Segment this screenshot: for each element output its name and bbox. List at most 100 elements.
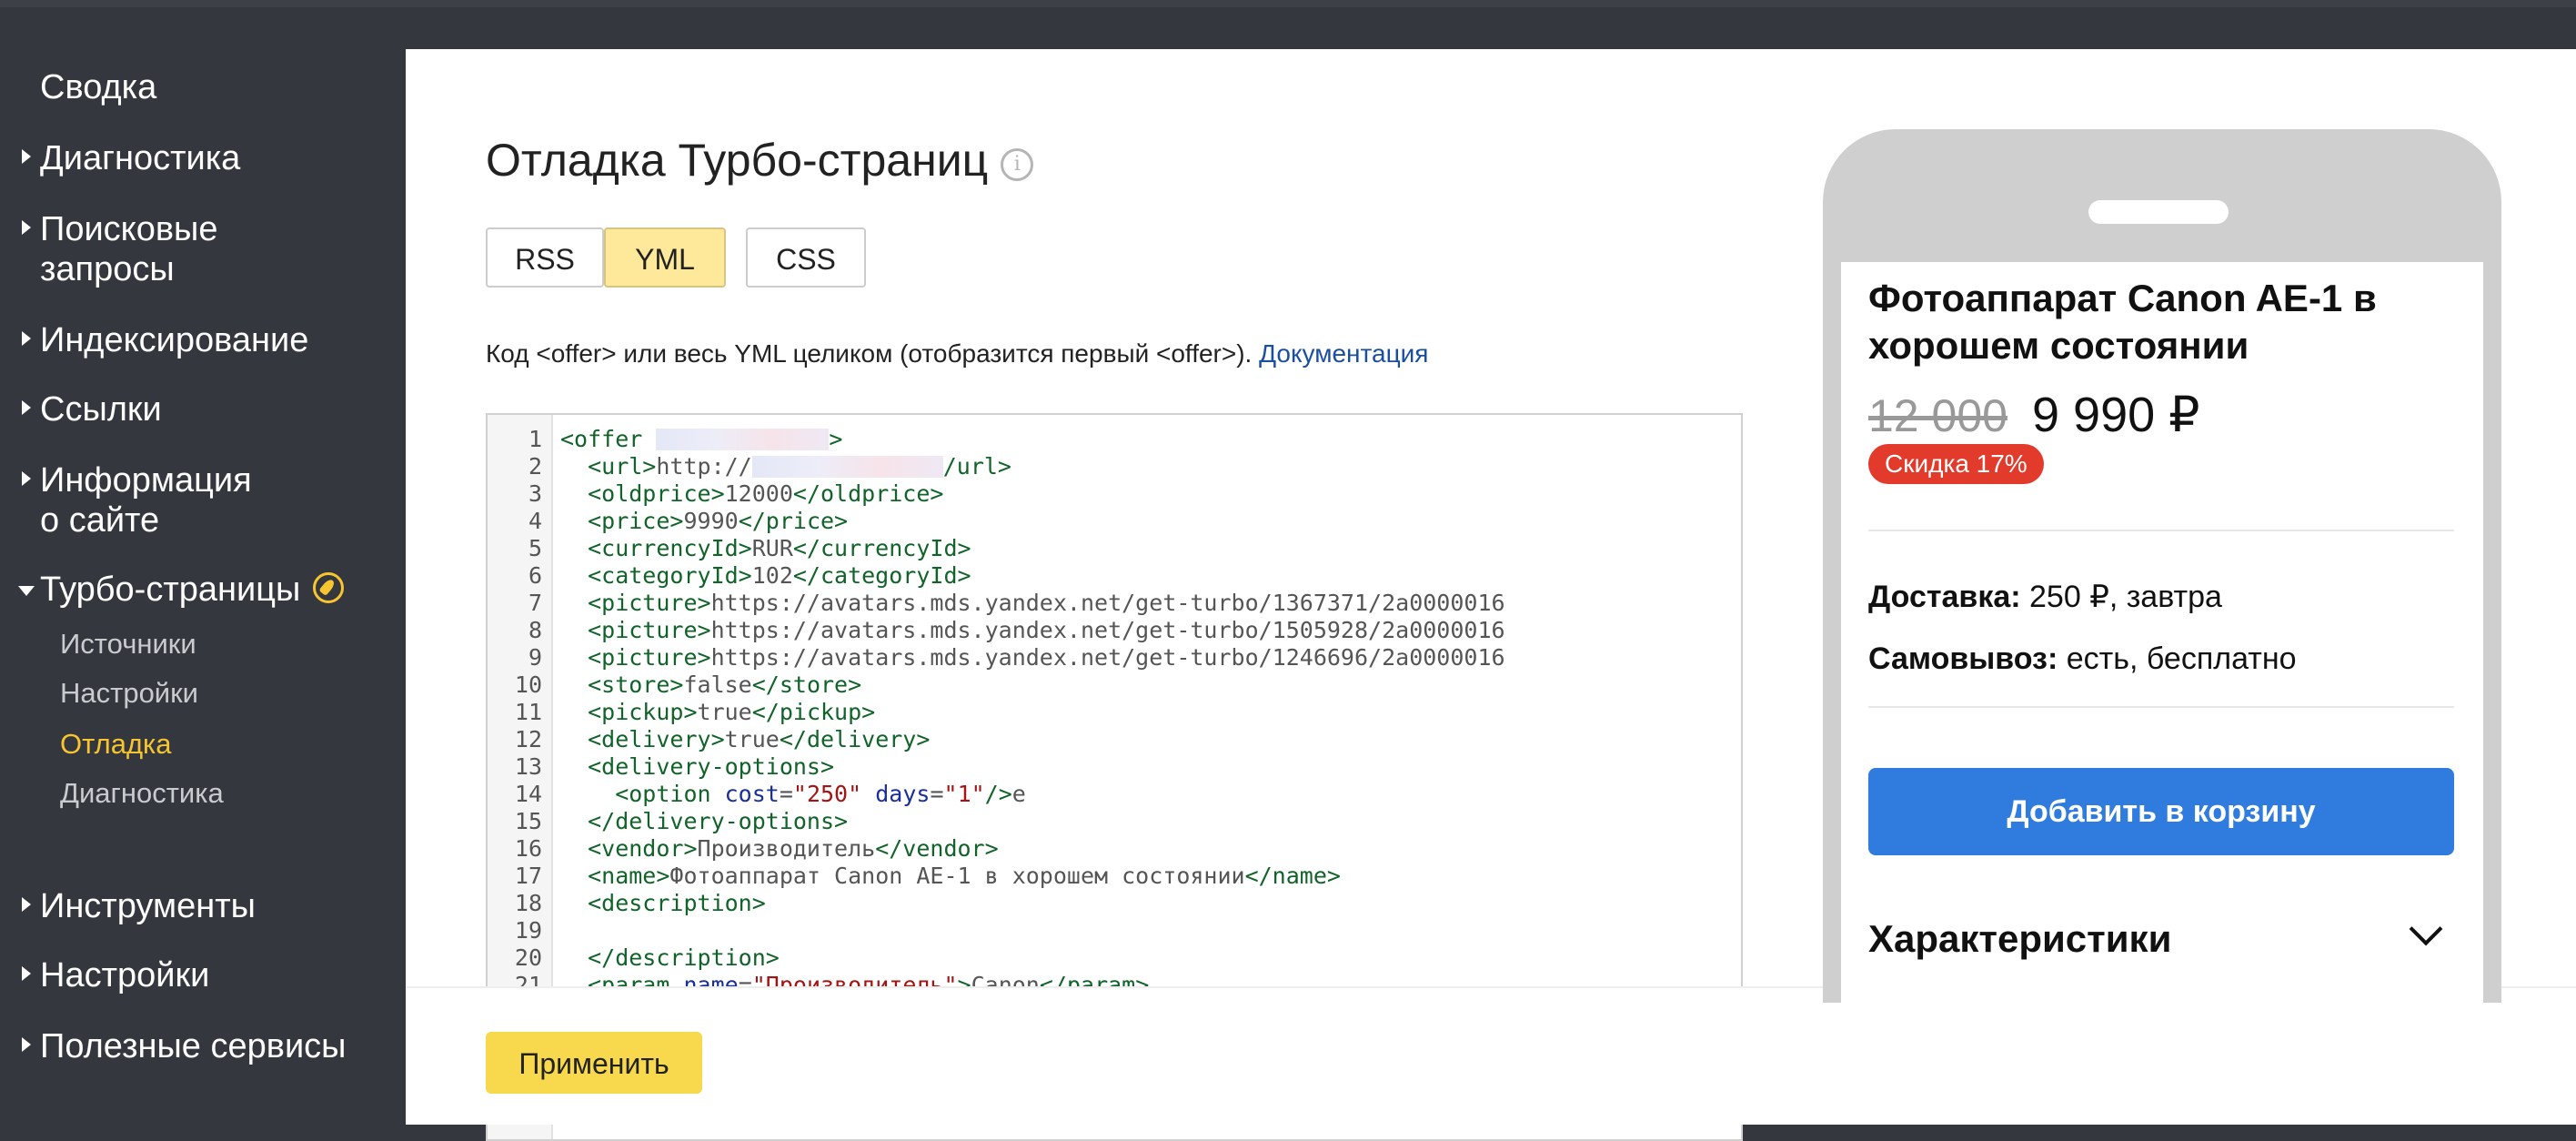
- pickup-value: есть, бесплатно: [2058, 641, 2297, 676]
- divider: [1868, 530, 2454, 531]
- code-token: <currencyId>: [560, 535, 752, 561]
- code-token: https://avatars.mds.yandex.net/get-turbo…: [710, 590, 1505, 616]
- code-token: <url>: [560, 453, 657, 480]
- delivery-info: Доставка: 250 ₽, завтра: [1868, 579, 2222, 615]
- phone-speaker: [2088, 200, 2229, 224]
- main-panel: Отладка Турбо-страниц i RSS YML CSS Код <…: [406, 49, 2576, 1141]
- sidebar-subitem-debug[interactable]: Отладка: [60, 728, 172, 761]
- top-bar: [0, 0, 2576, 49]
- code-token: <delivery-options>: [560, 753, 835, 780]
- code-token: <store>: [560, 671, 684, 698]
- sidebar-subitem-diagnostics[interactable]: Диагностика: [60, 777, 224, 810]
- sidebar-item-indexing[interactable]: Индексирование: [22, 320, 309, 360]
- code-token: <pickup>: [560, 699, 698, 725]
- code-token: <price>: [560, 508, 684, 534]
- sidebar-item-useful-services[interactable]: Полезные сервисы: [22, 1026, 347, 1066]
- sidebar-item-tools[interactable]: Инструменты: [22, 886, 256, 926]
- caret-right-icon: [22, 220, 31, 235]
- sidebar-item-label: Ссылки: [40, 390, 162, 429]
- caret-right-icon: [22, 400, 31, 415]
- sidebar-item-links[interactable]: Ссылки: [22, 389, 162, 429]
- sidebar-item-search-queries[interactable]: Поисковые запросы: [22, 209, 218, 289]
- phone-preview: Фотоаппарат Canon AE-1 в хорошем состоян…: [1823, 129, 2501, 1017]
- sidebar-subitem-settings[interactable]: Настройки: [60, 677, 198, 710]
- sidebar-item-turbo-pages[interactable]: Турбо-страницы: [18, 570, 345, 610]
- sidebar-item-label: Информация: [40, 461, 252, 500]
- line-number: 17: [514, 863, 542, 889]
- code-token: </description>: [560, 944, 780, 971]
- line-number: 19: [514, 917, 542, 944]
- page-title-text: Отладка Турбо-страниц: [486, 135, 989, 186]
- code-token: <name>: [560, 863, 670, 889]
- code-token: https://avatars.mds.yandex.net/get-turbo…: [710, 644, 1505, 671]
- sidebar-item-site-info[interactable]: Информация о сайте: [22, 460, 252, 540]
- sidebar-item-label: Сводка: [40, 68, 157, 106]
- discount-badge: Скидка 17%: [1868, 444, 2044, 484]
- apply-button[interactable]: Применить: [486, 1032, 702, 1094]
- documentation-link[interactable]: Документация: [1259, 339, 1428, 368]
- sidebar-item-diagnostics[interactable]: Диагностика: [22, 138, 240, 178]
- code-token: <picture>: [560, 617, 711, 643]
- caret-right-icon: [22, 149, 31, 164]
- code-line[interactable]: <delivery>true</delivery>: [560, 726, 930, 753]
- editor-hint: Код <offer> или весь YML целиком (отобра…: [486, 338, 1428, 369]
- rocket-icon: [313, 572, 345, 603]
- code-token: </oldprice>: [792, 480, 944, 507]
- sidebar-item-summary[interactable]: Сводка: [40, 67, 156, 107]
- code-token: </price>: [738, 508, 849, 534]
- line-number: 12: [514, 726, 542, 752]
- code-token: true: [697, 699, 752, 725]
- code-line[interactable]: <picture>https://avatars.mds.yandex.net/…: [560, 590, 1505, 617]
- code-line[interactable]: <offer >: [560, 426, 842, 453]
- sidebar: Сводка Диагностика Поисковые запросы Инде…: [0, 49, 406, 1123]
- code-line[interactable]: <price>9990</price>: [560, 508, 848, 535]
- pickup-info: Самовывоз: есть, бесплатно: [1868, 641, 2297, 677]
- tab-css[interactable]: CSS: [746, 227, 866, 288]
- code-line[interactable]: <delivery-options>: [560, 753, 834, 781]
- tab-yml[interactable]: YML: [604, 227, 726, 288]
- code-token: >: [829, 426, 843, 452]
- caret-right-icon: [22, 897, 31, 912]
- code-line[interactable]: <url>http:// /url>: [560, 453, 1011, 480]
- code-token: </categoryId>: [792, 562, 971, 589]
- code-token: Фотоаппарат Canon AE-1 в хорошем состоян…: [669, 863, 1245, 889]
- code-token: <description>: [560, 890, 766, 916]
- code-line[interactable]: <categoryId>102</categoryId>: [560, 562, 971, 590]
- chevron-down-icon[interactable]: [2409, 912, 2443, 946]
- code-token: <delivery>: [560, 726, 725, 752]
- line-number: 5: [528, 535, 542, 561]
- code-line[interactable]: <oldprice>12000</oldprice>: [560, 480, 943, 508]
- line-number: 8: [528, 617, 542, 643]
- line-number: 13: [514, 753, 542, 780]
- code-line[interactable]: <picture>https://avatars.mds.yandex.net/…: [560, 644, 1505, 671]
- sidebar-item-label: запросы: [40, 250, 175, 288]
- code-line[interactable]: </description>: [560, 944, 780, 972]
- add-to-cart-button[interactable]: Добавить в корзину: [1868, 768, 2454, 855]
- code-line[interactable]: <currencyId>RUR</currencyId>: [560, 535, 971, 562]
- divider: [1868, 706, 2454, 708]
- code-token: /url>: [942, 453, 1011, 480]
- code-token: <categoryId>: [560, 562, 752, 589]
- code-line[interactable]: <pickup>true</pickup>: [560, 699, 875, 726]
- characteristics-heading[interactable]: Характеристики: [1868, 917, 2171, 961]
- code-line[interactable]: <store>false</store>: [560, 671, 861, 699]
- line-number: 3: [528, 480, 542, 507]
- tab-rss[interactable]: RSS: [486, 227, 604, 288]
- info-icon[interactable]: i: [1001, 148, 1034, 181]
- sidebar-subitem-sources[interactable]: Источники: [60, 628, 196, 661]
- product-price: 9 990 ₽: [2032, 388, 2200, 442]
- code-token: days: [875, 781, 931, 807]
- code-line[interactable]: <picture>https://avatars.mds.yandex.net/…: [560, 617, 1504, 644]
- sidebar-item-label: Индексирование: [40, 321, 309, 359]
- code-line[interactable]: <vendor>Производитель</vendor>: [560, 835, 999, 863]
- code-line[interactable]: <description>: [560, 890, 766, 917]
- code-token: true: [724, 726, 780, 752]
- line-number: 6: [528, 562, 542, 589]
- code-line[interactable]: <name>Фотоаппарат Canon AE-1 в хорошем с…: [560, 863, 1341, 890]
- code-line[interactable]: </delivery-options>: [560, 808, 848, 835]
- code-line[interactable]: <option cost="250" days="1"/>e: [560, 781, 1026, 808]
- sidebar-item-settings[interactable]: Настройки: [22, 955, 209, 995]
- line-number: 7: [528, 590, 542, 616]
- code-token: e: [1011, 781, 1026, 807]
